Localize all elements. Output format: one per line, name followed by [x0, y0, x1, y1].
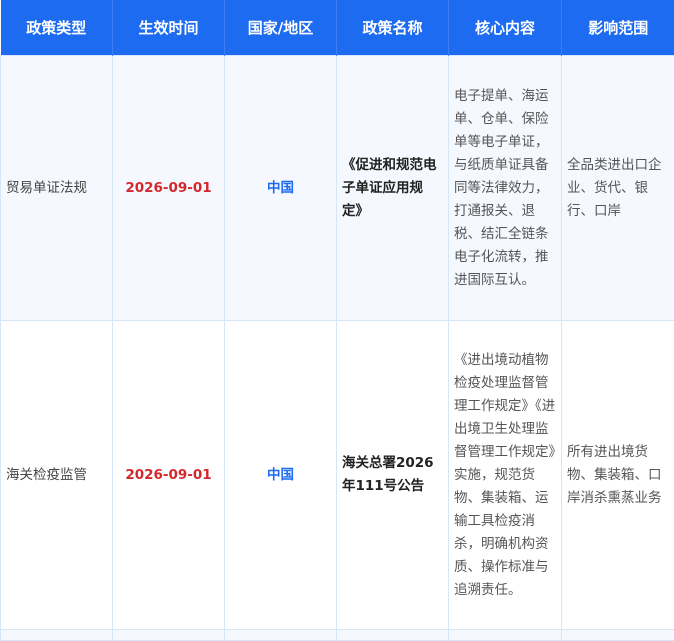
header-policy-type: 政策类型 [1, 0, 113, 56]
cell-scope: 所有进出境货物、集装箱、口岸消杀熏蒸业务 [562, 321, 674, 630]
header-policy-name: 政策名称 [337, 0, 449, 56]
cell-country: 中国 [225, 321, 337, 630]
cell-core-content: 电子提单、海运单、仓单、保险单等电子单证，与纸质单证具备同等法律效力，打通报关、… [449, 56, 562, 321]
table-row: 海关检疫监管 2026-09-01 中国 海关总署2026年111号公告 《进出… [1, 321, 674, 630]
table-header-row: 政策类型 生效时间 国家/地区 政策名称 核心内容 影响范围 [1, 0, 674, 56]
cell-policy-type: 贸易单证法规 [1, 56, 113, 321]
table-row: 贸易单证法规 2026-09-01 中国 《促进和规范电子单证应用规定》 电子提… [1, 56, 674, 321]
cell-scope: 全品类进出口企业、货代、银行、口岸 [562, 56, 674, 321]
cell-country: 中国 [225, 56, 337, 321]
header-effective-date: 生效时间 [113, 0, 225, 56]
cell-policy-type: 海关检疫监管 [1, 321, 113, 630]
cell-core-content: 《进出境动植物检疫处理监督管理工作规定》《进出境卫生处理监督管理工作规定》实施，… [449, 321, 562, 630]
header-country-region: 国家/地区 [225, 0, 337, 56]
header-core-content: 核心内容 [449, 0, 562, 56]
cell-effective-date: 2026-09-01 [113, 56, 225, 321]
policy-table: 政策类型 生效时间 国家/地区 政策名称 核心内容 影响范围 贸易单证法规 20… [0, 0, 674, 641]
cell-policy-name: 《促进和规范电子单证应用规定》 [337, 56, 449, 321]
table-row-partial [1, 630, 674, 641]
cell-effective-date: 2026-09-01 [113, 321, 225, 630]
cell-policy-name: 海关总署2026年111号公告 [337, 321, 449, 630]
header-scope: 影响范围 [562, 0, 674, 56]
